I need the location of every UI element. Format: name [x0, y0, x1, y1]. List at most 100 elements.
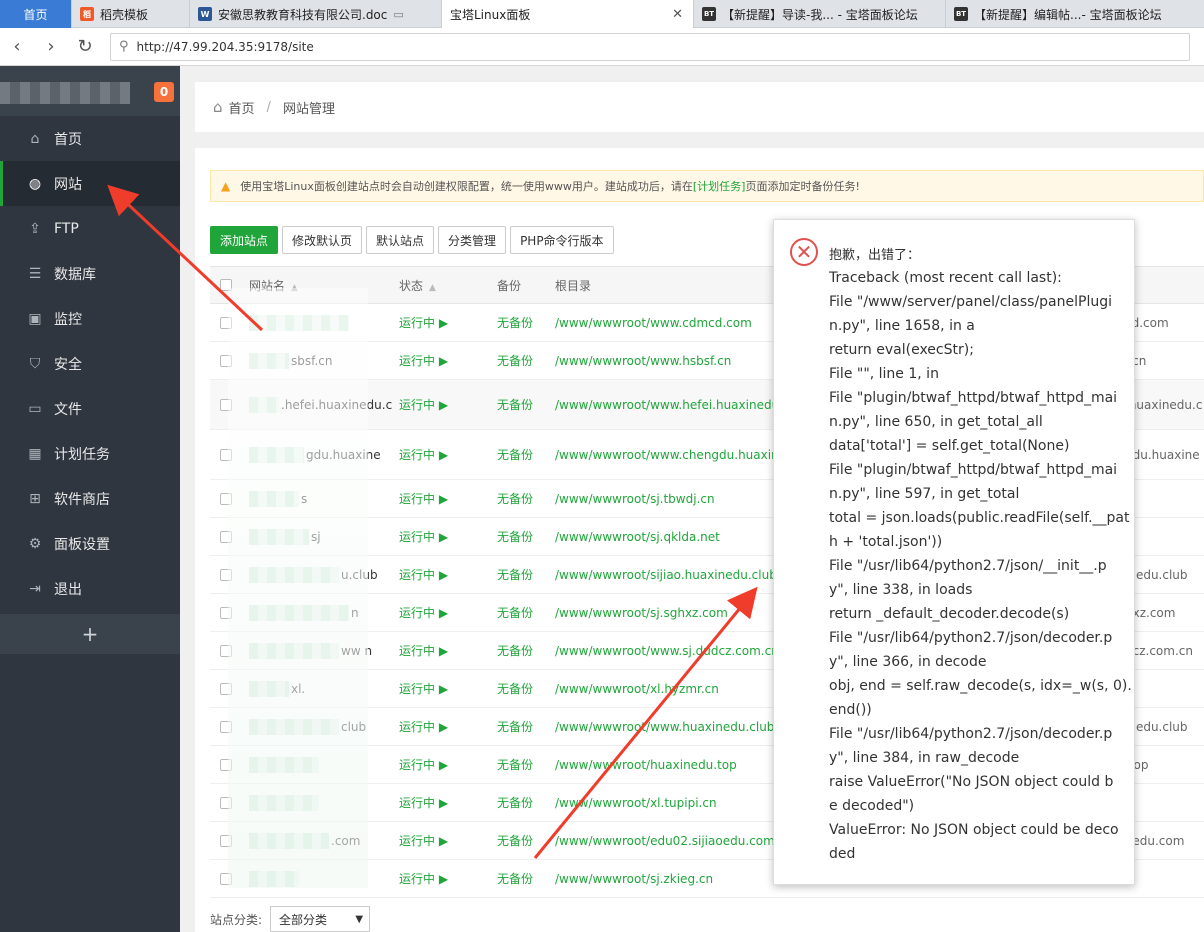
site-domain-partial: hxz.com: [1125, 605, 1176, 620]
sidebar-user: 0: [0, 66, 180, 116]
database-icon: ☰: [28, 265, 42, 282]
sidebar-item-database[interactable]: ☰ 数据库: [0, 251, 180, 296]
error-icon: ✕: [790, 238, 818, 266]
redaction-overlay: [228, 288, 368, 888]
back-button[interactable]: ‹: [0, 28, 34, 66]
site-status[interactable]: 运行中 ▶: [399, 680, 497, 697]
traceback-line: File "/usr/lib64/python2.7/json/__init__…: [829, 558, 1107, 574]
address-bar: ‹ › ↻ ⚲ http://47.99.204.35:9178/site: [0, 28, 1204, 66]
site-backup[interactable]: 无备份: [497, 314, 555, 331]
caret-down-icon: ▼: [355, 913, 364, 925]
browser-tab-doc[interactable]: W 安徽思教教育科技有限公司.doc ▭: [190, 0, 442, 28]
site-backup[interactable]: 无备份: [497, 642, 555, 659]
site-status[interactable]: 运行中 ▶: [399, 396, 497, 413]
breadcrumb-current: 网站管理: [282, 101, 335, 117]
site-status[interactable]: 运行中 ▶: [399, 642, 497, 659]
monitor-icon: ▭: [393, 7, 404, 21]
add-shortcut-button[interactable]: +: [0, 614, 180, 654]
traceback-line: y", line 366, in decode: [829, 654, 987, 670]
sidebar-item-logout[interactable]: ⇥ 退出: [0, 566, 180, 611]
site-backup[interactable]: 无备份: [497, 718, 555, 735]
calendar-icon: ▦: [28, 445, 42, 462]
browser-tab-home[interactable]: 首页: [0, 0, 72, 28]
close-icon[interactable]: ✕: [672, 7, 683, 22]
sidebar-item-security[interactable]: ⛉ 安全: [0, 341, 180, 386]
site-backup[interactable]: 无备份: [497, 446, 555, 463]
error-dialog: ✕ 抱歉，出错了： Traceback (most recent call la…: [773, 219, 1135, 885]
site-domain-partial: inedu.club: [1125, 567, 1188, 582]
sidebar-item-website[interactable]: ◍ 网站: [0, 161, 180, 206]
traceback-line: n.py", line 1658, in a: [829, 318, 975, 334]
forward-button[interactable]: ›: [34, 28, 68, 66]
sidebar-item-files[interactable]: ▭ 文件: [0, 386, 180, 431]
edit-default-page-button[interactable]: 修改默认页: [282, 226, 363, 254]
default-site-button[interactable]: 默认站点: [366, 226, 435, 254]
bt-forum-icon: BT: [702, 7, 716, 21]
category-select[interactable]: 全部分类 ▼: [270, 906, 371, 932]
logout-icon: ⇥: [29, 580, 41, 597]
site-status[interactable]: 运行中 ▶: [399, 756, 497, 773]
category-manage-button[interactable]: 分类管理: [438, 226, 507, 254]
sidebar-item-settings[interactable]: ⚙ 面板设置: [0, 521, 180, 566]
site-backup[interactable]: 无备份: [497, 794, 555, 811]
site-domain-partial: .top: [1125, 757, 1149, 772]
site-status[interactable]: 运行中 ▶: [399, 352, 497, 369]
site-status[interactable]: 运行中 ▶: [399, 490, 497, 507]
site-backup[interactable]: 无备份: [497, 680, 555, 697]
traceback-line: n.py", line 597, in get_total: [829, 486, 1020, 502]
site-status[interactable]: 运行中 ▶: [399, 832, 497, 849]
toolbar: 添加站点 修改默认页 默认站点 分类管理 PHP命令行版本: [210, 226, 614, 254]
reload-button[interactable]: ↻: [68, 28, 102, 66]
shield-icon: ⛉: [29, 355, 41, 372]
site-backup[interactable]: 无备份: [497, 528, 555, 545]
sidebar-item-cron[interactable]: ▦ 计划任务: [0, 431, 180, 476]
traceback-line: File "/www/server/panel/class/panelPlugi: [829, 294, 1112, 310]
sidebar-item-monitor[interactable]: ▣ 监控: [0, 296, 180, 341]
bt-forum-icon: BT: [954, 7, 968, 21]
header-status[interactable]: 状态 ▲: [399, 277, 497, 294]
traceback-line: obj, end = self.raw_decode(s, idx=_w(s, …: [829, 678, 1132, 694]
site-backup[interactable]: 无备份: [497, 352, 555, 369]
site-status[interactable]: 运行中 ▶: [399, 314, 497, 331]
site-backup[interactable]: 无备份: [497, 756, 555, 773]
sidebar-menu: ⌂ 首页 ◍ 网站 ⇪ FTP ☰ 数据库 ▣ 监控 ⛉ 安全 ▭ 文件 ▦ 计划任务 ⊞ 软件商…: [0, 116, 180, 611]
home-icon: ⌂: [30, 130, 40, 147]
breadcrumb-home-link[interactable]: 首页: [229, 98, 255, 117]
sidebar-item-store[interactable]: ⊞ 软件商店: [0, 476, 180, 521]
site-backup[interactable]: 无备份: [497, 490, 555, 507]
browser-tab-bt-panel[interactable]: 宝塔Linux面板 ✕: [442, 0, 694, 28]
php-cli-version-button[interactable]: PHP命令行版本: [510, 226, 614, 254]
site-status[interactable]: 运行中 ▶: [399, 718, 497, 735]
site-domain-partial: t: [1125, 530, 1204, 544]
site-backup[interactable]: 无备份: [497, 566, 555, 583]
sidebar-item-ftp[interactable]: ⇪ FTP: [0, 206, 180, 251]
site-status[interactable]: 运行中 ▶: [399, 870, 497, 887]
site-status[interactable]: 运行中 ▶: [399, 604, 497, 621]
site-backup[interactable]: 无备份: [497, 604, 555, 621]
site-status[interactable]: 运行中 ▶: [399, 528, 497, 545]
add-site-button[interactable]: 添加站点: [210, 226, 279, 254]
traceback-line: File "/usr/lib64/python2.7/json/decoder.…: [829, 630, 1113, 646]
site-backup[interactable]: 无备份: [497, 870, 555, 887]
globe-icon: ◍: [28, 175, 42, 192]
site-status[interactable]: 运行中 ▶: [399, 794, 497, 811]
browser-tab-docer[interactable]: 稻稻壳模板: [72, 0, 190, 28]
reload-icon: ↻: [77, 36, 93, 57]
sidebar-item-home[interactable]: ⌂ 首页: [0, 116, 180, 161]
site-domain-partial: .huaxinedu.c: [1125, 397, 1203, 412]
browser-tab-forum-1[interactable]: BT 【新提醒】导读-我... - 宝塔面板论坛: [694, 0, 946, 28]
monitor-icon: ▣: [28, 310, 42, 327]
site-domain-partial: n: [1125, 796, 1204, 810]
browser-tab-forum-2[interactable]: BT 【新提醒】编辑帖...- 宝塔面板论坛: [946, 0, 1204, 28]
header-backup: 备份: [497, 278, 522, 293]
site-status[interactable]: 运行中 ▶: [399, 566, 497, 583]
ftp-icon: ⇪: [29, 220, 41, 237]
notification-badge[interactable]: 0: [154, 82, 174, 102]
site-backup[interactable]: 无备份: [497, 396, 555, 413]
cron-link[interactable]: [计划任务]: [693, 178, 746, 194]
chevron-left-icon: ‹: [13, 36, 21, 57]
site-status[interactable]: 运行中 ▶: [399, 446, 497, 463]
site-domain-partial: cd.com: [1125, 315, 1169, 330]
url-input[interactable]: ⚲ http://47.99.204.35:9178/site: [110, 32, 1190, 61]
site-backup[interactable]: 无备份: [497, 832, 555, 849]
